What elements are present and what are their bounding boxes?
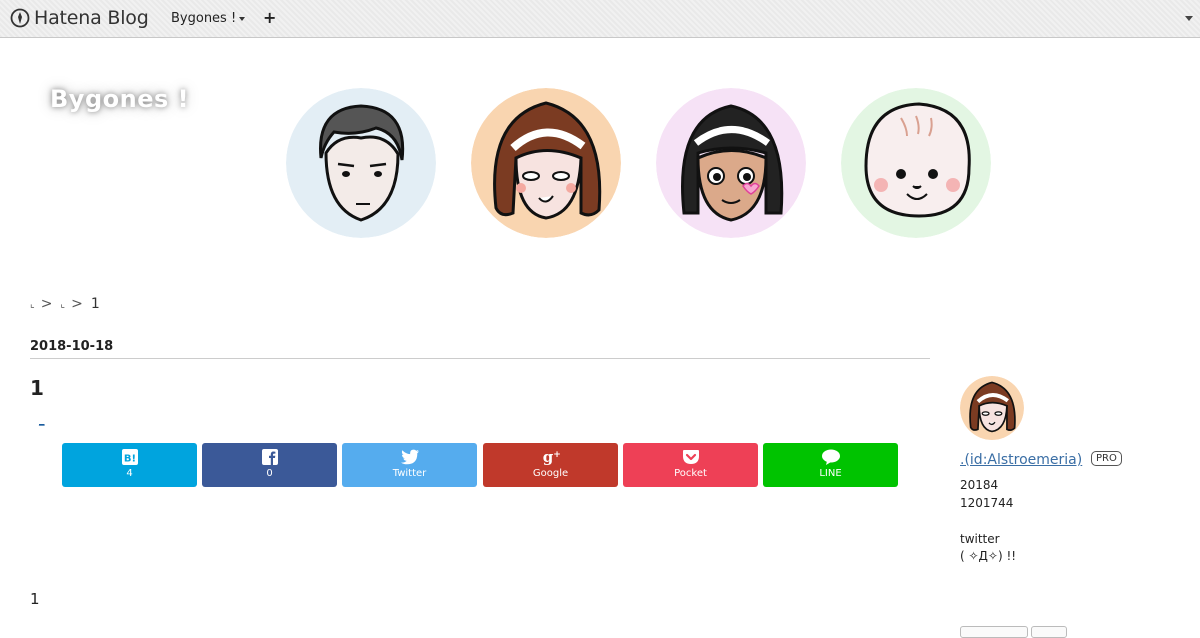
entry-title[interactable]: 1 xyxy=(30,376,44,400)
baby-face-icon xyxy=(841,88,991,238)
share-label: LINE xyxy=(819,468,842,479)
profile-stat-line: 1201744 xyxy=(960,496,1014,510)
twitter-icon xyxy=(400,449,419,465)
follow-button[interactable] xyxy=(960,626,1028,638)
header-avatar-baby xyxy=(841,88,991,238)
subscribe-button[interactable] xyxy=(1031,626,1067,638)
pro-badge: PRO xyxy=(1091,451,1122,466)
hatena-bookmark-share-button[interactable]: B! 4 xyxy=(62,443,197,487)
brand-name: Hatena Blog xyxy=(34,7,149,29)
man-face-icon xyxy=(286,88,436,238)
profile-bio-text: ( ✧Д✧) !! xyxy=(960,549,1017,563)
svg-text:g: g xyxy=(542,448,553,466)
profile-avatar[interactable] xyxy=(960,376,1024,440)
profile-name-link[interactable]: .(id:Alstroemeria) xyxy=(960,452,1082,468)
hatena-bookmark-icon: B! xyxy=(121,449,138,465)
google-plus-icon: g + xyxy=(542,448,561,466)
breadcrumb: ⌞ > ⌞ > 1 xyxy=(30,296,100,312)
share-label: Pocket xyxy=(674,468,707,479)
entry-body-text: 1 xyxy=(30,590,40,608)
share-count: 4 xyxy=(126,468,133,479)
facebook-share-button[interactable]: 0 xyxy=(202,443,337,487)
profile-woman-icon xyxy=(960,376,1024,440)
hatena-logo-icon xyxy=(10,8,30,28)
girl-face-icon xyxy=(656,88,806,238)
woman-face-icon xyxy=(471,88,621,238)
svg-text:B!: B! xyxy=(123,454,135,465)
profile-twitter-text: twitter xyxy=(960,532,1000,546)
entry-category-link[interactable]: _ xyxy=(39,413,45,426)
twitter-share-button[interactable]: Twitter xyxy=(342,443,477,487)
header-avatar-girl xyxy=(656,88,806,238)
add-icon[interactable]: + xyxy=(263,10,276,26)
top-bar: Hatena Blog Bygones ! + xyxy=(0,0,1200,38)
header-avatar-woman xyxy=(471,88,621,238)
line-share-button[interactable]: LINE xyxy=(763,443,898,487)
share-label: Google xyxy=(532,468,569,479)
share-count: 0 xyxy=(266,468,273,479)
breadcrumb-current: 1 xyxy=(90,296,100,312)
pocket-icon xyxy=(682,450,699,464)
blog-switcher[interactable]: Bygones ! xyxy=(171,11,246,26)
hatena-blog-logo[interactable]: Hatena Blog xyxy=(10,7,149,29)
facebook-icon xyxy=(261,449,278,465)
share-label: Twitter xyxy=(392,468,427,479)
breadcrumb-separator: > xyxy=(71,296,83,312)
google-plus-share-button[interactable]: g + Google xyxy=(483,443,618,487)
svg-text:+: + xyxy=(553,450,561,460)
entry-date[interactable]: 2018-10-18 xyxy=(30,339,113,354)
header-avatar-man xyxy=(286,88,436,238)
breadcrumb-separator: > xyxy=(40,296,53,312)
profile-stat-line: 20184 xyxy=(960,478,999,492)
breadcrumb-link-home[interactable]: ⌞ xyxy=(30,299,35,310)
breadcrumb-link-category[interactable]: ⌞ xyxy=(60,299,65,310)
chevron-down-icon xyxy=(239,16,246,21)
blog-name-label: Bygones ! xyxy=(171,11,237,26)
divider xyxy=(30,358,930,359)
pocket-share-button[interactable]: Pocket xyxy=(623,443,758,487)
site-title[interactable]: Bygones ! xyxy=(50,85,189,113)
line-icon xyxy=(821,449,840,465)
user-menu-chevron-icon[interactable] xyxy=(1185,16,1193,21)
